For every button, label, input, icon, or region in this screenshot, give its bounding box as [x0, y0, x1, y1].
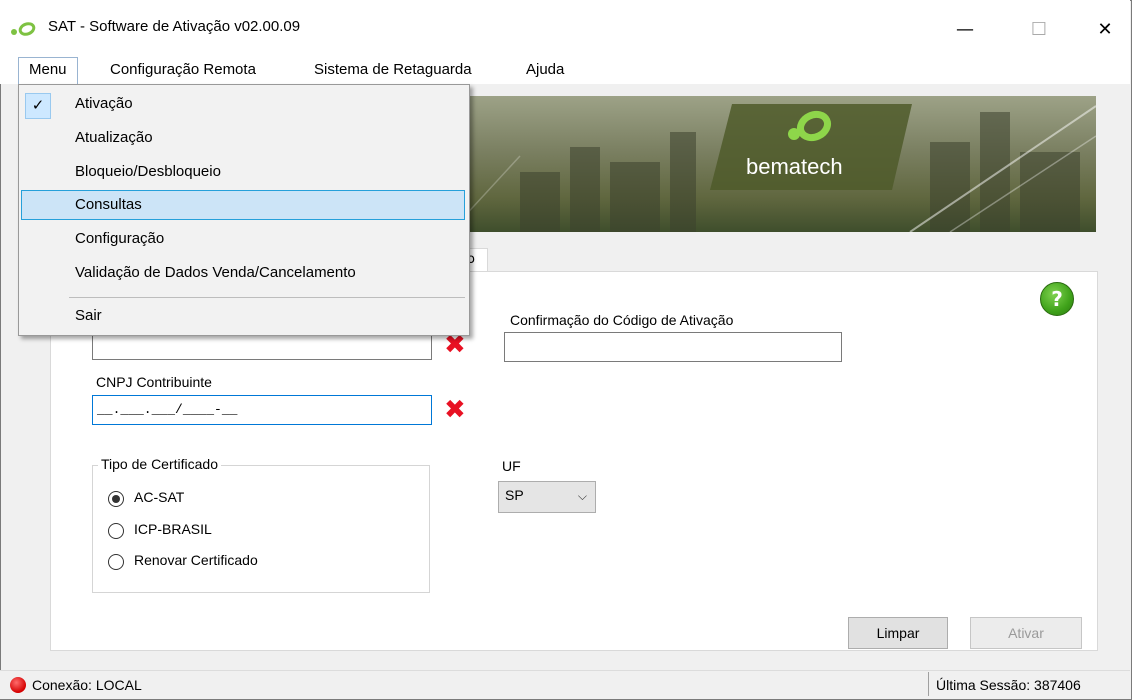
- last-session: Última Sessão: 387406: [936, 677, 1081, 693]
- menu-item-sair[interactable]: Sair: [21, 301, 465, 331]
- uf-label: UF: [502, 458, 521, 474]
- status-separator: [928, 672, 929, 696]
- radio-ac-sat[interactable]: [108, 491, 124, 507]
- menu-item-label: Configuração: [75, 230, 165, 247]
- menu-item-label: Sair: [75, 307, 102, 324]
- menu-item-label: Validação de Dados Venda/Cancelamento: [75, 264, 356, 281]
- sat-app-icon: [11, 22, 36, 36]
- menu-configuracao-remota[interactable]: Configuração Remota: [102, 58, 264, 82]
- menu-dropdown: ✓ Ativação Atualização Bloqueio/Desbloqu…: [18, 84, 470, 336]
- radio-icp-brasil-label: ICP-BRASIL: [134, 521, 212, 537]
- connection-status: Conexão: LOCAL: [32, 677, 142, 693]
- brand-text: bematech: [746, 154, 843, 179]
- menu-item-label: Ativação: [75, 95, 133, 112]
- menu-item-atualizacao[interactable]: Atualização: [21, 123, 465, 153]
- connection-status-icon: [10, 677, 26, 693]
- menu-separator: [69, 297, 465, 298]
- uf-value: SP: [505, 487, 524, 503]
- close-icon[interactable]: ✕: [1082, 10, 1128, 50]
- menu-item-label: Bloqueio/Desbloqueio: [75, 163, 221, 180]
- radio-renovar-label: Renovar Certificado: [134, 552, 258, 568]
- menu-ajuda[interactable]: Ajuda: [518, 58, 572, 82]
- menu-item-consultas[interactable]: Consultas: [21, 190, 465, 220]
- menu-item-label: Atualização: [75, 129, 153, 146]
- menu-bar: Menu Configuração Remota Sistema de Reta…: [0, 54, 1130, 84]
- clear-button[interactable]: Limpar: [848, 617, 948, 649]
- radio-renovar-certificado[interactable]: [108, 554, 124, 570]
- menu-item-bloqueio[interactable]: Bloqueio/Desbloqueio: [21, 157, 465, 187]
- title-bar: SAT - Software de Ativação v02.00.09 — ☐…: [0, 0, 1130, 54]
- menu-menu[interactable]: Menu: [18, 57, 78, 84]
- confirm-code-label: Confirmação do Código de Ativação: [510, 312, 734, 328]
- confirm-code-field[interactable]: [504, 332, 842, 362]
- cnpj-field[interactable]: __.___.___/____-__: [92, 395, 432, 425]
- uf-select[interactable]: SP ⌵: [498, 481, 596, 513]
- cnpj-mask: __.___.___/____-__: [97, 402, 238, 417]
- menu-item-configuracao[interactable]: Configuração: [21, 224, 465, 254]
- menu-sistema-retaguarda[interactable]: Sistema de Retaguarda: [306, 58, 480, 82]
- cnpj-invalid-icon: ✖: [444, 395, 466, 425]
- menu-item-label: Consultas: [75, 196, 142, 213]
- menu-item-ativacao[interactable]: ✓ Ativação: [21, 89, 465, 119]
- radio-ac-sat-label: AC-SAT: [134, 489, 185, 505]
- menu-item-validacao[interactable]: Validação de Dados Venda/Cancelamento: [21, 258, 465, 288]
- cnpj-label: CNPJ Contribuinte: [96, 374, 212, 390]
- window-title: SAT - Software de Ativação v02.00.09: [48, 18, 301, 35]
- minimize-icon[interactable]: —: [942, 10, 988, 50]
- help-icon[interactable]: ?: [1040, 282, 1074, 316]
- bematech-logo: bematech: [710, 104, 912, 190]
- maximize-icon[interactable]: ☐: [1016, 10, 1062, 50]
- radio-icp-brasil[interactable]: [108, 523, 124, 539]
- chevron-down-icon: ⌵: [577, 489, 587, 503]
- certificate-type-label: Tipo de Certificado: [98, 456, 221, 472]
- check-icon: ✓: [25, 93, 51, 119]
- activate-button[interactable]: Ativar: [970, 617, 1082, 649]
